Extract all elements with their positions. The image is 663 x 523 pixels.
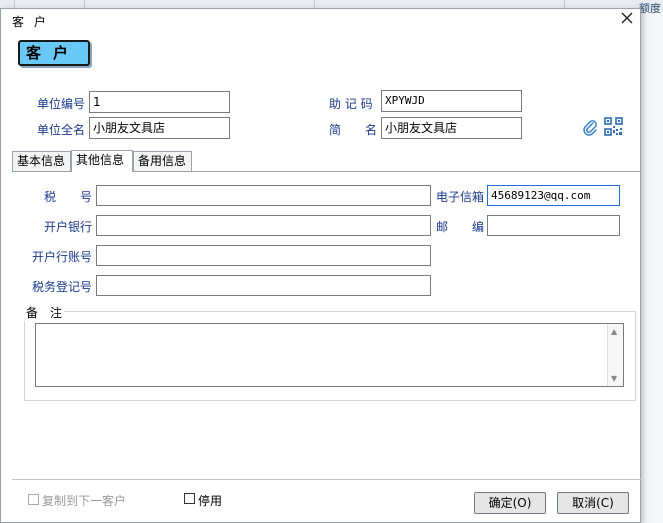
unit-code-field[interactable]: 1 xyxy=(89,91,230,113)
remark-textarea[interactable]: ▲ ▼ xyxy=(35,323,624,387)
tax-no-label: 税 号 xyxy=(44,190,93,204)
ok-button[interactable]: 确定(O) xyxy=(474,492,546,514)
copy-next-checkbox[interactable] xyxy=(28,494,39,505)
customer-banner: 客户 xyxy=(18,40,90,66)
close-button[interactable] xyxy=(618,11,636,29)
scroll-up-icon[interactable]: ▲ xyxy=(611,327,617,336)
mnemonic-label: 助 记 码 xyxy=(329,97,373,111)
attach-button[interactable] xyxy=(582,118,598,136)
mnemonic-field[interactable]: XPYWJD xyxy=(381,90,522,112)
parent-column-header: 额度 xyxy=(639,2,661,15)
close-icon xyxy=(621,12,633,24)
disable-checkbox[interactable] xyxy=(184,493,195,504)
tab-backup-info[interactable]: 备用信息 xyxy=(133,151,192,171)
qr-code-icon xyxy=(604,117,623,136)
tab-basic-info[interactable]: 基本信息 xyxy=(12,151,71,171)
unit-code-label: 单位编号 xyxy=(37,97,86,111)
paperclip-icon xyxy=(583,120,597,136)
scroll-down-icon[interactable]: ▼ xyxy=(611,374,617,383)
bank-account-field[interactable] xyxy=(96,245,431,266)
bank-field[interactable] xyxy=(96,215,431,236)
short-name-field[interactable]: 小朋友文具店 xyxy=(381,117,522,139)
cancel-button[interactable]: 取消(C) xyxy=(557,492,629,514)
tax-no-field[interactable] xyxy=(96,185,431,206)
email-field[interactable]: 45689123@qq.com xyxy=(487,185,620,206)
tab-other-info[interactable]: 其他信息 xyxy=(71,150,133,172)
bank-label: 开户银行 xyxy=(44,220,93,234)
dialog-title: 客 户 xyxy=(12,15,49,29)
zip-label: 邮 编 xyxy=(436,220,485,234)
unit-fullname-field[interactable]: 小朋友文具店 xyxy=(89,117,230,139)
copy-next-label: 复制到下一客户 xyxy=(42,494,127,508)
qr-code-button[interactable] xyxy=(604,117,623,136)
unit-fullname-label: 单位全名 xyxy=(37,123,86,137)
zip-field[interactable] xyxy=(487,215,620,236)
tax-registration-field[interactable] xyxy=(96,275,431,296)
remark-label: 备 注 xyxy=(24,304,65,321)
remark-scrollbar[interactable]: ▲ ▼ xyxy=(607,324,623,386)
tax-registration-label: 税务登记号 xyxy=(32,280,93,294)
bank-account-label: 开户行账号 xyxy=(32,250,93,264)
short-name-label: 简 名 xyxy=(329,123,378,137)
footer-divider xyxy=(12,479,641,480)
email-label: 电子信箱 xyxy=(436,190,485,204)
parent-window-background xyxy=(641,10,663,523)
disable-label: 停用 xyxy=(198,494,223,508)
